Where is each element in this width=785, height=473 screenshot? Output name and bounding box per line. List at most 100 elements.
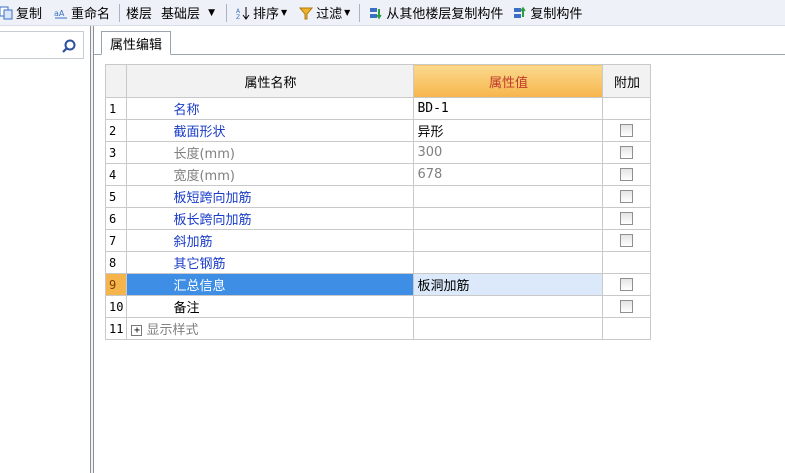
property-editor: 属性编辑 属性名称 属性值 附加 1 名称 BD-1 2 截面形状 异形 3 长度(mm) 30… xyxy=(94,26,785,473)
header-property-value[interactable]: 属性值 xyxy=(413,64,604,98)
header-property-name[interactable]: 属性名称 xyxy=(126,64,415,98)
property-name: 备注 xyxy=(173,301,200,316)
filter-button[interactable]: 过滤 ▼ xyxy=(296,1,353,25)
row-number: 4 xyxy=(104,163,128,186)
row-number: 3 xyxy=(104,141,128,164)
table-row[interactable]: 5 板短跨向加筋 xyxy=(104,185,652,208)
sort-label: 排序 xyxy=(252,7,279,22)
property-name-cell: 名称 xyxy=(126,97,415,120)
property-name-cell: 宽度(mm) xyxy=(126,163,415,186)
extra-checkbox[interactable] xyxy=(620,124,634,137)
property-value-cell[interactable] xyxy=(413,207,604,230)
extra-cell xyxy=(602,317,652,340)
table-row[interactable]: 9 汇总信息 板洞加筋 xyxy=(104,273,652,296)
property-name-cell: 截面形状 xyxy=(126,119,415,142)
copy-component-button[interactable]: 复制构件 xyxy=(510,1,585,25)
header-extra[interactable]: 附加 xyxy=(602,64,652,98)
header-corner xyxy=(104,64,128,98)
property-name: 板长跨向加筋 xyxy=(173,213,252,228)
sort-icon: AZ xyxy=(236,6,250,20)
tab-label: 属性编辑 xyxy=(110,37,163,53)
property-value-cell[interactable]: 300 xyxy=(413,141,604,164)
extra-cell xyxy=(602,185,652,208)
extra-cell xyxy=(602,141,652,164)
property-value-cell[interactable]: 异形 xyxy=(413,119,604,142)
copy-from-floor-button[interactable]: 从其他楼层复制构件 xyxy=(366,1,506,25)
property-name: 截面形状 xyxy=(173,125,226,140)
row-number: 1 xyxy=(104,97,128,120)
property-name-cell: + 显示样式 xyxy=(126,317,415,340)
property-grid: 属性名称 属性值 附加 1 名称 BD-1 2 截面形状 异形 3 长度(mm) 300 4 宽度(… xyxy=(104,64,652,340)
copy-from-floor-label: 从其他楼层复制构件 xyxy=(386,7,504,22)
property-name: 汇总信息 xyxy=(173,279,226,294)
property-name: 长度(mm) xyxy=(173,147,235,162)
copy-label: 复制 xyxy=(16,7,43,22)
table-row[interactable]: 10 备注 xyxy=(104,295,652,318)
property-name-cell: 斜加筋 xyxy=(126,229,415,252)
property-value-cell[interactable]: BD-1 xyxy=(413,97,604,120)
property-name-cell: 板短跨向加筋 xyxy=(126,185,415,208)
table-row[interactable]: 8 其它钢筋 xyxy=(104,251,652,274)
property-name-cell: 板长跨向加筋 xyxy=(126,207,415,230)
expand-icon[interactable]: + xyxy=(131,325,143,336)
floor-select[interactable]: 基础层 ▼ xyxy=(156,4,220,22)
extra-checkbox[interactable] xyxy=(620,146,634,159)
property-value-cell[interactable] xyxy=(413,251,604,274)
extra-cell xyxy=(602,251,652,274)
row-number: 8 xyxy=(104,251,128,274)
extra-checkbox[interactable] xyxy=(620,234,634,247)
property-name: 斜加筋 xyxy=(173,235,213,250)
extra-checkbox[interactable] xyxy=(620,278,634,291)
copy-button[interactable]: 复制 xyxy=(0,1,45,25)
filter-icon xyxy=(299,7,314,19)
filter-label: 过滤 xyxy=(316,7,343,22)
search-icon[interactable] xyxy=(61,38,77,54)
property-name: 名称 xyxy=(173,103,200,118)
extra-cell xyxy=(602,295,652,318)
tab-property-edit[interactable]: 属性编辑 xyxy=(101,31,172,55)
property-value-cell[interactable] xyxy=(413,229,604,252)
copy-floor-icon xyxy=(370,7,382,19)
extra-cell xyxy=(602,163,652,186)
copy-component-icon xyxy=(514,6,526,18)
chevron-down-icon: ▼ xyxy=(344,8,351,17)
grid-body: 1 名称 BD-1 2 截面形状 异形 3 长度(mm) 300 4 宽度(mm) 678 5 板短跨向加… xyxy=(104,97,652,340)
row-number: 10 xyxy=(104,295,128,318)
table-row[interactable]: 2 截面形状 异形 xyxy=(104,119,652,142)
table-row[interactable]: 1 名称 BD-1 xyxy=(104,97,652,120)
extra-cell xyxy=(602,273,652,296)
svg-text:Z: Z xyxy=(236,14,240,20)
table-row[interactable]: 6 板长跨向加筋 xyxy=(104,207,652,230)
chevron-down-icon: ▼ xyxy=(281,8,288,17)
property-name: 其它钢筋 xyxy=(173,257,226,272)
extra-cell xyxy=(602,97,652,120)
toolbar-separator xyxy=(119,3,121,22)
property-value-cell[interactable] xyxy=(413,317,604,340)
property-value-cell[interactable]: 678 xyxy=(413,163,604,186)
floor-label: 楼层 xyxy=(126,7,153,22)
search-input[interactable] xyxy=(0,31,84,59)
property-value-cell[interactable]: 板洞加筋 xyxy=(413,273,604,296)
table-row[interactable]: 11 + 显示样式 xyxy=(104,317,652,340)
table-row[interactable]: 4 宽度(mm) 678 xyxy=(104,163,652,186)
property-value-cell[interactable] xyxy=(413,185,604,208)
extra-checkbox[interactable] xyxy=(620,300,634,313)
extra-checkbox[interactable] xyxy=(620,190,634,203)
rename-button[interactable]: aA 重命名 xyxy=(51,1,113,25)
property-value-cell[interactable] xyxy=(413,295,604,318)
extra-checkbox[interactable] xyxy=(620,212,634,225)
extra-cell xyxy=(602,229,652,252)
grid-header-row: 属性名称 属性值 附加 xyxy=(104,64,652,98)
property-name: 板短跨向加筋 xyxy=(173,191,252,206)
sort-button[interactable]: AZ 排序 ▼ xyxy=(233,1,290,25)
table-row[interactable]: 7 斜加筋 xyxy=(104,229,652,252)
copy-icon xyxy=(0,6,13,19)
copy-component-label: 复制构件 xyxy=(530,7,583,22)
table-row[interactable]: 3 长度(mm) 300 xyxy=(104,141,652,164)
row-number: 7 xyxy=(104,229,128,252)
extra-checkbox[interactable] xyxy=(620,168,634,181)
property-name: 宽度(mm) xyxy=(173,169,235,184)
property-name-cell: 汇总信息 xyxy=(126,273,415,296)
rename-label: 重命名 xyxy=(71,7,111,22)
tab-divider xyxy=(94,54,785,55)
